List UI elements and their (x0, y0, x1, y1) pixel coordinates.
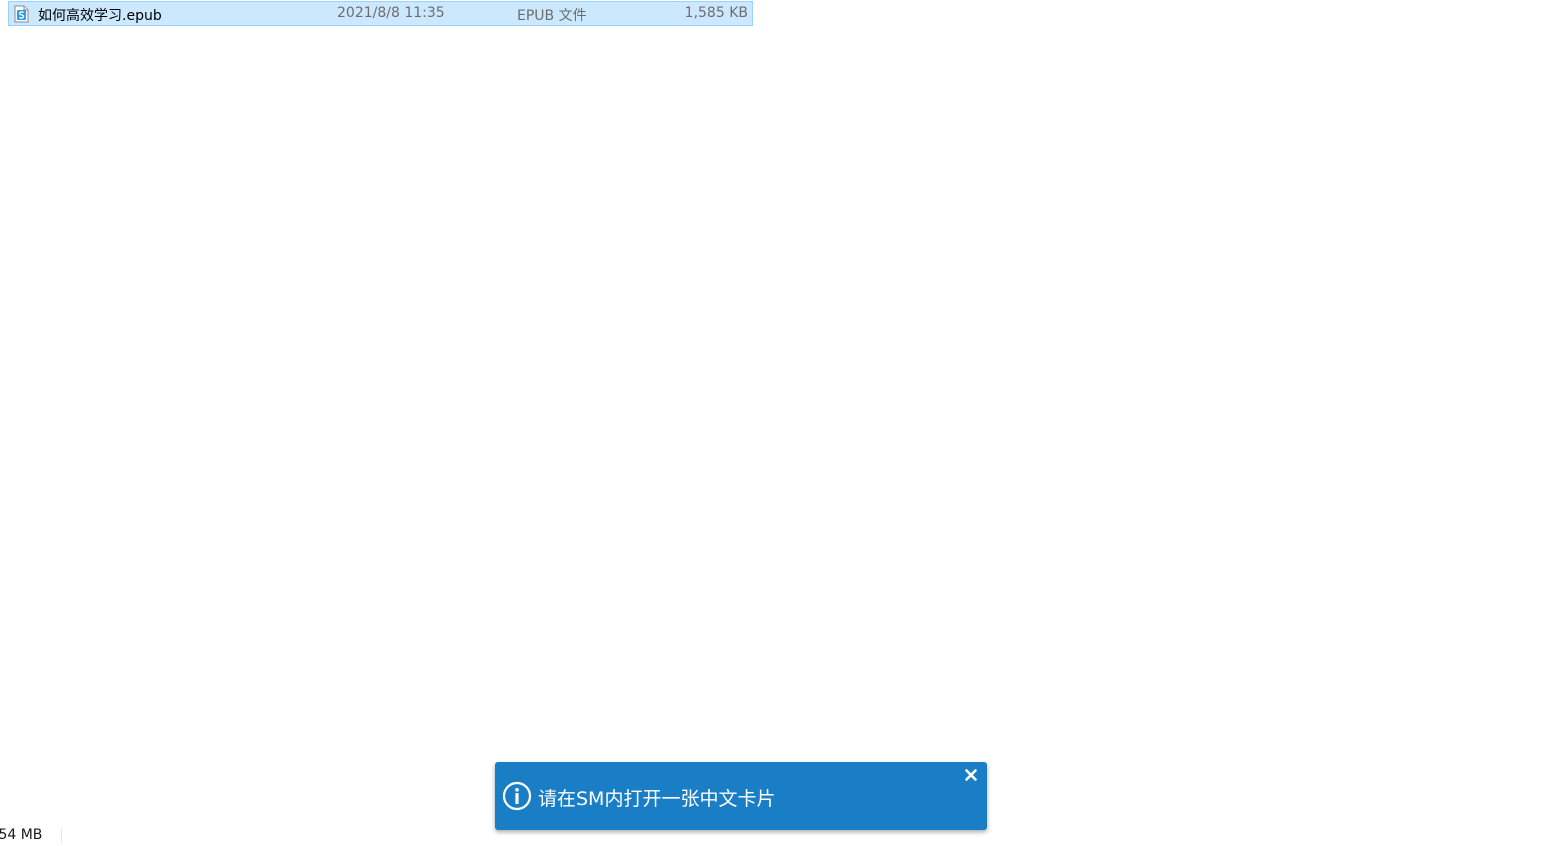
file-row-selected[interactable]: 如何高效学习.epub 2021/8/8 11:35 EPUB 文件 1,585… (8, 1, 753, 26)
notification-toast: 请在SM内打开一张中文卡片 (495, 762, 987, 830)
file-size: 1,585 KB (684, 5, 748, 21)
epub-file-icon (14, 5, 29, 23)
status-selection-size: .54 MB (0, 827, 43, 843)
file-name[interactable]: 如何高效学习.epub (38, 5, 162, 25)
close-icon[interactable] (963, 767, 979, 783)
file-date-modified: 2021/8/8 11:35 (337, 5, 445, 21)
info-icon (502, 781, 532, 811)
toast-message: 请在SM内打开一张中文卡片 (538, 788, 776, 810)
status-divider (61, 828, 62, 842)
file-list[interactable]: 如何高效学习.epub 2021/8/8 11:35 EPUB 文件 1,585… (0, 0, 1547, 820)
file-type: EPUB 文件 (517, 8, 587, 24)
